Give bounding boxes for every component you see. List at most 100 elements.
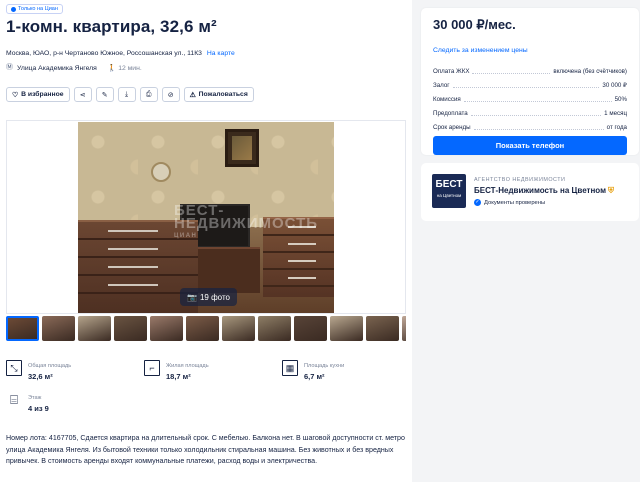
download-button[interactable]: ⤓: [117, 87, 136, 102]
print-icon: ⎙: [145, 90, 152, 98]
action-bar: ♡ В избранное ⋖ ✎ ⤓ ⎙ ⊘ ⚠ Пожаловаться: [6, 87, 254, 102]
photo-count: 19 фото: [199, 292, 230, 302]
address-text: Москва, ЮАО, р-н Чертаново Южное, Россош…: [6, 50, 202, 57]
badge-label: Только на Циан: [18, 5, 58, 12]
photo-painting: [225, 129, 259, 167]
detail-value: 50%: [614, 95, 627, 103]
photo-thumbnail[interactable]: [366, 316, 399, 341]
hide-button[interactable]: ⊘: [161, 87, 180, 102]
dot-leader: [472, 72, 551, 74]
detail-value: 30 000 ₽: [602, 81, 627, 89]
feature-label: Этаж: [28, 395, 42, 401]
main-photo[interactable]: БЕСТ-НЕДВИЖИМОСТЬ ЦИАН: [78, 122, 334, 313]
verified-badge: ✓ Документы проверены: [474, 199, 545, 206]
photo-thumbnail[interactable]: [150, 316, 183, 341]
show-phone-button[interactable]: Показать телефон: [433, 136, 627, 155]
logo-line2: на Цветном: [436, 193, 462, 198]
floor-icon: ⌸: [10, 392, 18, 407]
photo-thumbnail[interactable]: [114, 316, 147, 341]
logo-line1: БЕСТ: [435, 179, 463, 190]
check-icon: ✓: [474, 199, 481, 206]
feature-kitchen-area: ▦ Площадь кухни 6,7 м²: [282, 360, 344, 381]
listing-title: 1-комн. квартира, 32,6 м²: [6, 17, 217, 36]
price: 30 000 ₽/мес.: [433, 17, 516, 32]
photo-thumbnail[interactable]: [330, 316, 363, 341]
dot-leader: [473, 128, 604, 130]
dot-leader: [463, 100, 612, 102]
price-card: 30 000 ₽/мес. Следить за изменением цены…: [421, 8, 639, 155]
agency-name[interactable]: БЕСТ-Недвижимость на Цветном ⛨: [474, 186, 614, 196]
feature-label: Площадь кухни: [304, 363, 345, 369]
total-area-icon: ⤡: [6, 360, 22, 376]
dot-leader: [452, 86, 600, 88]
favorite-label: В избранное: [21, 91, 64, 98]
report-label: Пожаловаться: [198, 91, 248, 98]
watermark-text: БЕСТ-НЕДВИЖИМОСТЬ: [174, 202, 319, 232]
feature-value: 6,7 м²: [304, 372, 325, 381]
detail-value: 1 месяц: [604, 109, 627, 117]
detail-key: Предоплата: [433, 109, 468, 117]
photo-thumbnail[interactable]: [78, 316, 111, 341]
feature-value: 32,6 м²: [28, 372, 53, 381]
detail-key: Комиссия: [433, 95, 461, 103]
listing-description: Номер лота: 4167705, Сдается квартира на…: [6, 434, 405, 466]
feature-total-area: ⤡ Общая площадь 32,6 м²: [6, 360, 71, 381]
photo-thumbnail[interactable]: [294, 316, 327, 341]
thumbnail-strip: [6, 316, 406, 342]
print-button[interactable]: ⎙: [139, 87, 158, 102]
detail-key: Срок аренды: [433, 123, 471, 131]
price-detail-row: Залог 30 000 ₽: [433, 78, 627, 92]
photo-thumbnail[interactable]: [402, 316, 406, 341]
watch-price-link[interactable]: Следить за изменением цены: [433, 47, 528, 54]
feature-floor: ⌸ Этаж 4 из 9: [6, 392, 49, 413]
exclusive-badge: Только на Циан: [6, 4, 63, 14]
share-icon: ⋖: [79, 91, 86, 99]
badge-dot-icon: [11, 6, 16, 12]
heart-icon: ♡: [12, 91, 19, 99]
feature-living-area: ⌐ Жилая площадь 18,7 м²: [144, 360, 209, 381]
shield-icon: ⛨: [608, 186, 614, 195]
feature-label: Жилая площадь: [166, 363, 209, 369]
walk-time-value: 12 мин.: [118, 65, 142, 72]
photo-clock: [151, 162, 171, 182]
photo-thumbnail[interactable]: [222, 316, 255, 341]
edit-button[interactable]: ✎: [95, 87, 114, 102]
price-details: Оплата ЖКХ включена (без счётчиков) Залог 3…: [433, 64, 627, 134]
photo-stand: [198, 247, 260, 293]
photo-thumbnail[interactable]: [42, 316, 75, 341]
metro-station[interactable]: Ⓜ Улица Академика Янгеля 🚶 12 мин.: [6, 64, 142, 72]
detail-value: включена (без счётчиков): [553, 67, 627, 75]
download-icon: ⤓: [125, 90, 129, 98]
living-area-icon: ⌐: [144, 360, 160, 376]
listing-main: Только на Циан 1-комн. квартира, 32,6 м²…: [0, 0, 412, 482]
report-button[interactable]: ⚠ Пожаловаться: [183, 87, 254, 102]
share-button[interactable]: ⋖: [73, 87, 92, 102]
detail-value: от года: [606, 123, 627, 131]
verified-text: Документы проверены: [484, 199, 546, 206]
price-detail-row: Оплата ЖКХ включена (без счётчиков): [433, 64, 627, 78]
photo-count-button[interactable]: 📷 19 фото: [180, 288, 237, 306]
walk-time: 🚶 12 мин.: [107, 65, 142, 72]
hide-icon: ⊘: [167, 91, 174, 99]
feature-label: Общая площадь: [28, 363, 72, 369]
edit-icon: ✎: [101, 91, 108, 99]
agency-kind: АГЕНТСТВО НЕДВИЖИМОСТИ: [474, 177, 566, 183]
price-detail-row: Предоплата 1 месяц: [433, 106, 627, 120]
detail-key: Залог: [433, 81, 450, 89]
price-detail-row: Комиссия 50%: [433, 92, 627, 106]
dot-leader: [470, 114, 602, 116]
feature-value: 4 из 9: [28, 404, 49, 413]
favorite-button[interactable]: ♡ В избранное: [6, 87, 70, 102]
photo-thumbnail[interactable]: [186, 316, 219, 341]
page: Только на Циан 1-комн. квартира, 32,6 м²…: [0, 0, 640, 482]
photo-thumbnail[interactable]: [258, 316, 291, 341]
agency-logo: БЕСТ на Цветном: [432, 174, 466, 208]
metro-icon: Ⓜ: [6, 64, 13, 71]
photo-watermark: БЕСТ-НЕДВИЖИМОСТЬ ЦИАН: [174, 202, 334, 243]
address: Москва, ЮАО, р-н Чертаново Южное, Россош…: [6, 50, 235, 57]
agency-card[interactable]: БЕСТ на Цветном АГЕНТСТВО НЕДВИЖИМОСТИ Б…: [421, 163, 639, 221]
photo-thumbnail[interactable]: [6, 316, 39, 341]
camera-icon: 📷: [187, 292, 197, 302]
map-link[interactable]: На карте: [207, 50, 235, 57]
detail-key: Оплата ЖКХ: [433, 67, 470, 75]
